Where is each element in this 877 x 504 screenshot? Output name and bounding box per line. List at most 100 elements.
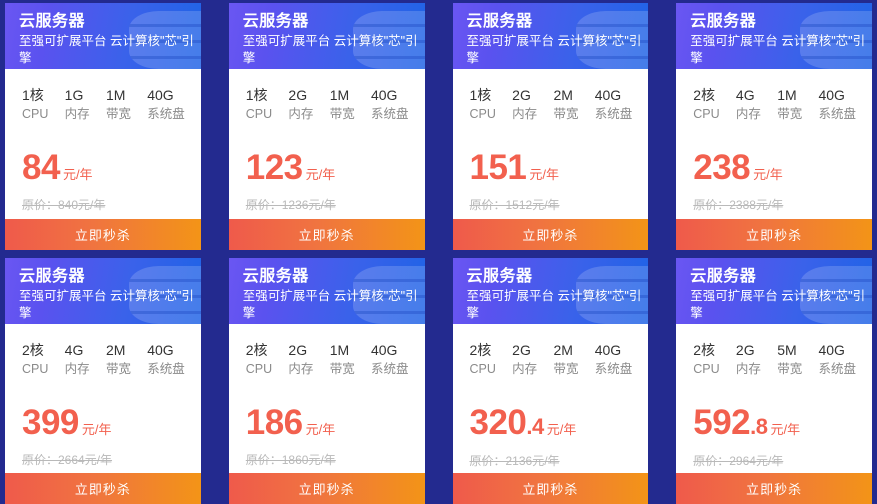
spec-value: 1核 <box>469 87 492 103</box>
spec-label: 内存 <box>64 107 90 121</box>
product-card[interactable]: 云服务器 至强可扩展平台 云计算核"芯"引擎 2核 CPU 4G 内存 1M 带… <box>676 3 872 250</box>
price-amount: 320 <box>469 402 527 442</box>
price-amount: 186 <box>245 402 303 442</box>
buy-now-button[interactable]: 立即秒杀 <box>228 473 425 504</box>
card-title: 云服务器 <box>19 267 86 285</box>
card-body: 2核 CPU 2G 内存 1M 带宽 40G 系统盘 186 元/年 原价：18… <box>229 324 425 474</box>
buy-now-button[interactable]: 立即秒杀 <box>452 218 649 250</box>
spec-value: 2M <box>553 87 573 103</box>
spec-list: 1核 CPU 2G 内存 1M 带宽 40G 系统盘 <box>243 86 411 124</box>
spec-value: 2核 <box>693 87 716 103</box>
spec-item-bandwidth: 1M 带宽 <box>330 86 355 124</box>
buy-now-button[interactable]: 立即秒杀 <box>676 218 872 250</box>
price-amount: 238 <box>693 148 751 187</box>
card-body: 2核 CPU 4G 内存 1M 带宽 40G 系统盘 238 元/年 原价：23… <box>676 69 872 219</box>
price-unit: 元/年 <box>529 167 560 182</box>
spec-label: 系统盘 <box>594 361 633 376</box>
spec-label: CPU <box>693 107 720 121</box>
spec-value: 40G <box>594 341 622 358</box>
buy-now-button[interactable]: 立即秒杀 <box>5 218 201 250</box>
original-price: 原价：2136元/年 <box>469 453 560 468</box>
product-card[interactable]: 云服务器 至强可扩展平台 云计算核"芯"引擎 2核 CPU 2G 内存 1M 带… <box>228 257 425 504</box>
product-card[interactable]: 云服务器 至强可扩展平台 云计算核"芯"引擎 1核 CPU 1G 内存 1M 带… <box>5 3 201 250</box>
spec-value: 1核 <box>245 87 268 103</box>
card-header: 云服务器 至强可扩展平台 云计算核"芯"引擎 <box>5 257 201 324</box>
product-card[interactable]: 云服务器 至强可扩展平台 云计算核"芯"引擎 2核 CPU 4G 内存 2M 带… <box>5 257 201 504</box>
price-row: 399 元/年 <box>19 402 187 442</box>
spec-item-bandwidth: 1M 带宽 <box>106 86 131 124</box>
spec-item-disk: 40G 系统盘 <box>147 341 185 379</box>
spec-item-cpu: 1核 CPU <box>246 86 272 124</box>
price-amount: 592 <box>693 402 751 442</box>
spec-value: 5M <box>777 341 797 358</box>
spec-label: 系统盘 <box>147 107 185 121</box>
card-title: 云服务器 <box>19 13 86 30</box>
card-subtitle: 至强可扩展平台 云计算核"芯"引擎 <box>19 34 194 65</box>
card-title: 云服务器 <box>690 267 757 285</box>
spec-value: 1M <box>777 87 797 103</box>
spec-label: 内存 <box>512 361 538 376</box>
spec-item-memory: 4G 内存 <box>736 86 761 124</box>
spec-list: 2核 CPU 2G 内存 2M 带宽 40G 系统盘 <box>467 341 635 379</box>
spec-value: 40G <box>818 341 845 358</box>
buy-now-button[interactable]: 立即秒杀 <box>452 473 649 504</box>
spec-label: 系统盘 <box>147 361 185 376</box>
price-unit: 元/年 <box>305 167 336 182</box>
buy-now-button[interactable]: 立即秒杀 <box>676 473 872 504</box>
spec-label: 内存 <box>735 361 761 376</box>
product-card[interactable]: 云服务器 至强可扩展平台 云计算核"芯"引擎 2核 CPU 2G 内存 2M 带… <box>452 257 649 504</box>
spec-value: 2核 <box>469 341 492 358</box>
spec-value: 1G <box>64 87 84 103</box>
spec-item-memory: 4G 内存 <box>65 341 90 379</box>
spec-value: 2G <box>288 341 308 358</box>
spec-label: 带宽 <box>329 361 355 376</box>
spec-item-bandwidth: 1M 带宽 <box>330 341 355 379</box>
spec-value: 2G <box>512 87 531 103</box>
spec-label: 带宽 <box>777 107 803 121</box>
spec-label: CPU <box>245 107 273 121</box>
spec-label: 带宽 <box>777 361 803 376</box>
card-header: 云服务器 至强可扩展平台 云计算核"芯"引擎 <box>452 257 649 324</box>
spec-item-bandwidth: 2M 带宽 <box>553 341 578 379</box>
product-card[interactable]: 云服务器 至强可扩展平台 云计算核"芯"引擎 1核 CPU 2G 内存 2M 带… <box>452 3 649 250</box>
spec-value: 2G <box>512 341 531 358</box>
card-title: 云服务器 <box>466 13 533 30</box>
spec-value: 40G <box>818 87 845 103</box>
spec-label: 带宽 <box>105 361 131 376</box>
spec-label: CPU <box>469 361 496 376</box>
price-row: 151 元/年 <box>467 150 635 186</box>
spec-value: 40G <box>594 87 622 103</box>
product-card[interactable]: 云服务器 至强可扩展平台 云计算核"芯"引擎 2核 CPU 2G 内存 5M 带… <box>676 257 872 504</box>
spec-item-cpu: 1核 CPU <box>470 86 496 124</box>
spec-item-cpu: 2核 CPU <box>693 86 719 124</box>
original-price: 原价：2664元/年 <box>22 452 113 467</box>
spec-item-bandwidth: 1M 带宽 <box>777 86 802 124</box>
card-title: 云服务器 <box>242 267 309 285</box>
buy-now-button[interactable]: 立即秒杀 <box>5 473 201 504</box>
spec-item-disk: 40G 系统盘 <box>595 341 633 379</box>
spec-value: 4G <box>64 341 84 358</box>
spec-label: 系统盘 <box>370 361 409 376</box>
price-amount: 399 <box>22 402 79 442</box>
spec-label: CPU <box>22 361 49 376</box>
buy-now-button[interactable]: 立即秒杀 <box>228 218 425 250</box>
spec-value: 40G <box>147 87 174 103</box>
spec-item-disk: 40G 系统盘 <box>371 341 409 379</box>
card-header: 云服务器 至强可扩展平台 云计算核"芯"引擎 <box>5 3 201 69</box>
spec-value: 4G <box>735 87 755 103</box>
spec-item-memory: 2G 内存 <box>288 86 313 124</box>
price-unit: 元/年 <box>546 421 577 437</box>
card-header: 云服务器 至强可扩展平台 云计算核"芯"引擎 <box>228 257 425 324</box>
spec-label: CPU <box>22 107 49 121</box>
spec-label: 带宽 <box>553 361 579 376</box>
spec-item-cpu: 2核 CPU <box>470 341 496 379</box>
spec-item-disk: 40G 系统盘 <box>371 86 409 124</box>
card-body: 2核 CPU 4G 内存 2M 带宽 40G 系统盘 399 元/年 原价：26… <box>5 324 201 474</box>
original-price: 原价：2388元/年 <box>693 198 784 212</box>
price-unit: 元/年 <box>753 167 783 182</box>
spec-item-cpu: 2核 CPU <box>22 341 48 379</box>
spec-label: 带宽 <box>553 107 579 121</box>
price-unit: 元/年 <box>770 421 801 437</box>
product-card[interactable]: 云服务器 至强可扩展平台 云计算核"芯"引擎 1核 CPU 2G 内存 1M 带… <box>228 3 425 250</box>
price-amount: 151 <box>469 148 527 187</box>
